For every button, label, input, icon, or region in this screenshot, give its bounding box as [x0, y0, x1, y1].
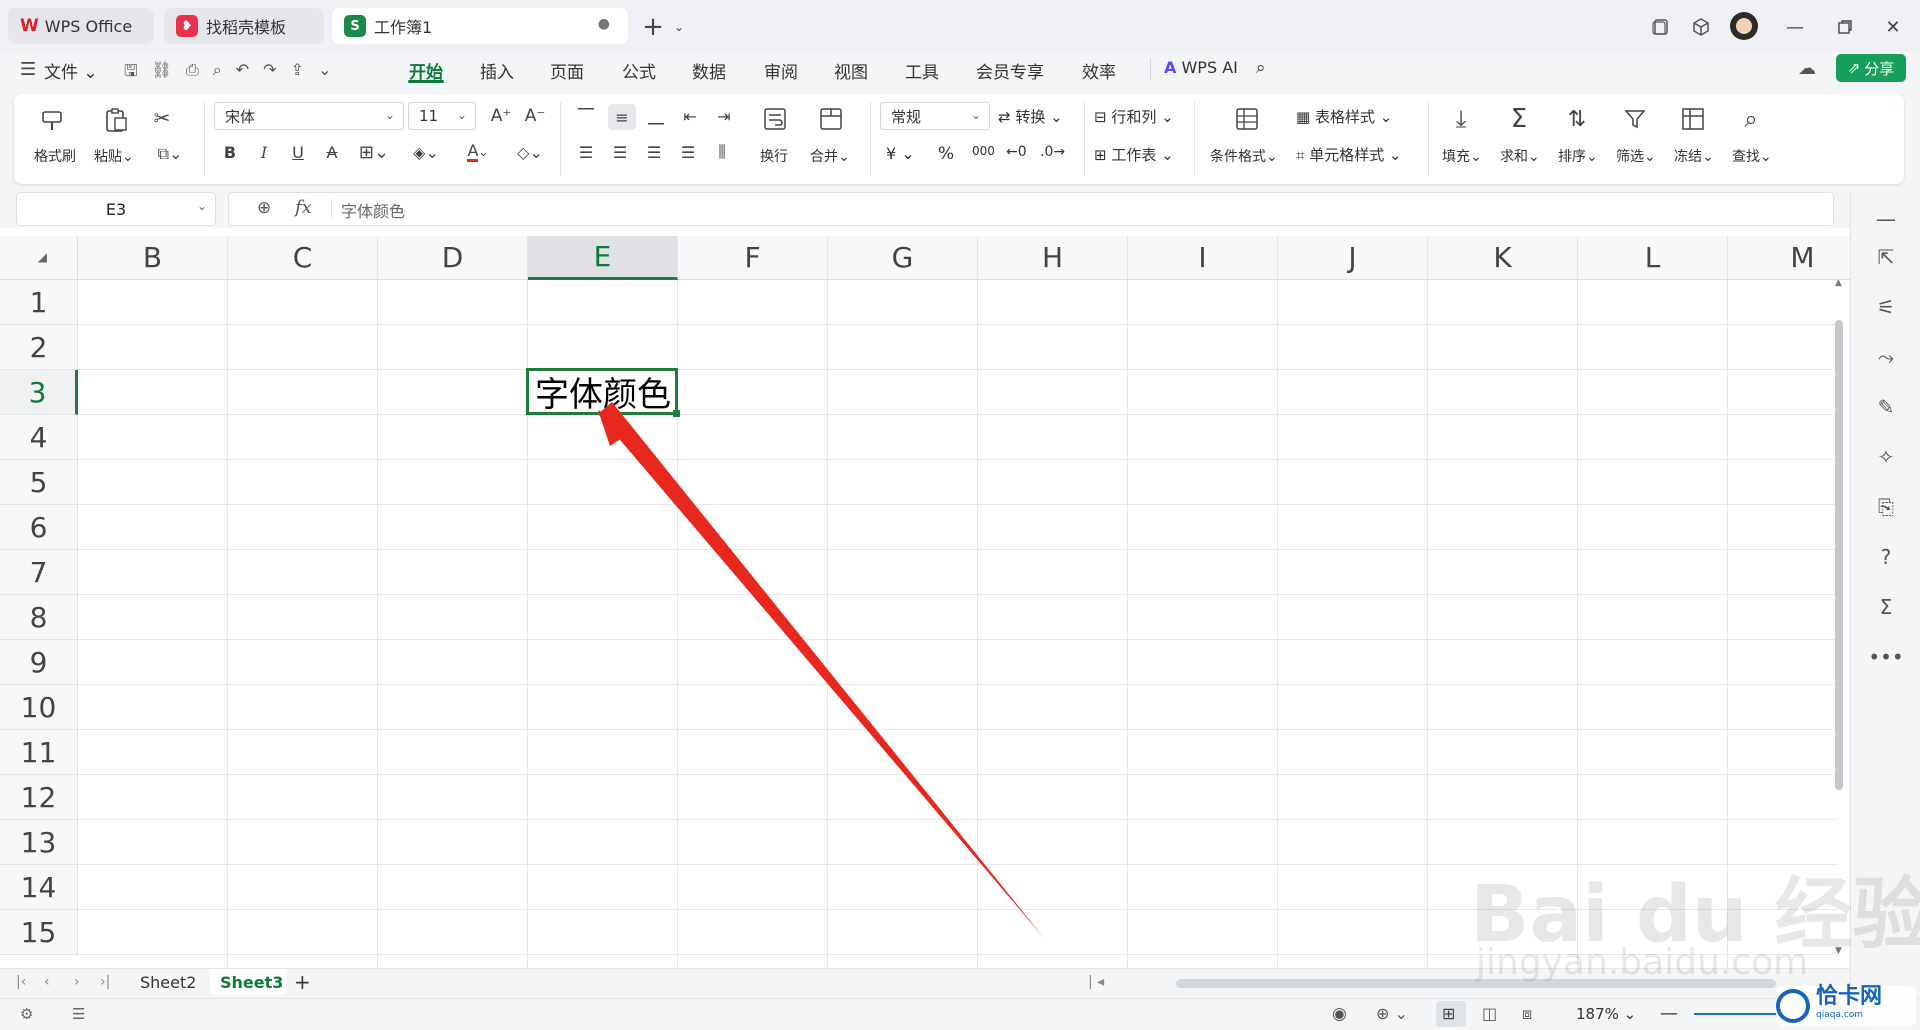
corner-watermark: 恰卡网 qiaqa.com [1776, 986, 1916, 1026]
review-icon[interactable]: ⎘ [1871, 492, 1901, 522]
vertical-scroll-thumb[interactable] [1835, 320, 1843, 790]
prev-sheet-icon[interactable]: ‹ [44, 974, 50, 990]
page-layout-icon[interactable]: ⊕ ⌄ [1376, 1004, 1408, 1023]
sheet-tab-sheet2[interactable]: Sheet2 [140, 973, 196, 992]
more-icon[interactable]: ••• [1868, 642, 1903, 672]
scroll-up-icon[interactable]: ▲ [1835, 278, 1842, 288]
next-sheet-icon[interactable]: › [74, 974, 80, 990]
corner-label: 恰卡网 [1816, 984, 1883, 1009]
normal-view-icon[interactable]: ⊞ [1442, 1004, 1455, 1023]
select-cursor-icon[interactable]: ⇱ [1871, 242, 1901, 272]
zoom-slider[interactable] [1694, 1013, 1780, 1015]
scroll-left-icon[interactable]: | ◂ [1088, 974, 1104, 990]
reading-view-icon[interactable]: ⧈ [1522, 1004, 1532, 1024]
corner-logo-icon [1776, 989, 1810, 1023]
page-break-view-icon[interactable]: ◫ [1482, 1004, 1497, 1023]
eye-protect-icon[interactable]: ◉ [1332, 1004, 1347, 1024]
baidu-url-watermark: jingyan.baidu.com [1476, 942, 1809, 983]
ai-assist-icon[interactable]: ✎ [1871, 392, 1901, 422]
last-sheet-icon[interactable]: ›| [100, 974, 110, 990]
sheet-tab-sheet3[interactable]: Sheet3 [220, 973, 283, 992]
help-icon[interactable]: ? [1871, 542, 1901, 572]
corner-url: qiaqa.com [1816, 1010, 1864, 1020]
macro-icon[interactable]: ⚙ [20, 1005, 33, 1023]
first-sheet-icon[interactable]: |‹ [16, 974, 26, 990]
add-sheet-button[interactable]: + [294, 970, 311, 994]
adjust-icon[interactable]: ⚟ [1871, 292, 1901, 322]
formula-sum-icon[interactable]: Σ [1871, 592, 1901, 622]
arrow-shaft [598, 402, 1044, 938]
zoom-level[interactable]: 187% ⌄ [1576, 1005, 1636, 1023]
transform-icon[interactable]: ⤳ [1871, 342, 1901, 372]
status-bar: ⚙ ☰ ◉ ⊕ ⌄ ⊞ ◫ ⧈ 187% ⌄ — [0, 998, 1920, 1030]
collapse-sidebar-icon[interactable]: — [1871, 204, 1901, 234]
sheet-list-icon[interactable]: ☰ [72, 1005, 85, 1023]
zoom-out-icon[interactable]: — [1660, 1003, 1678, 1024]
tools-icon[interactable]: ✧ [1871, 442, 1901, 472]
